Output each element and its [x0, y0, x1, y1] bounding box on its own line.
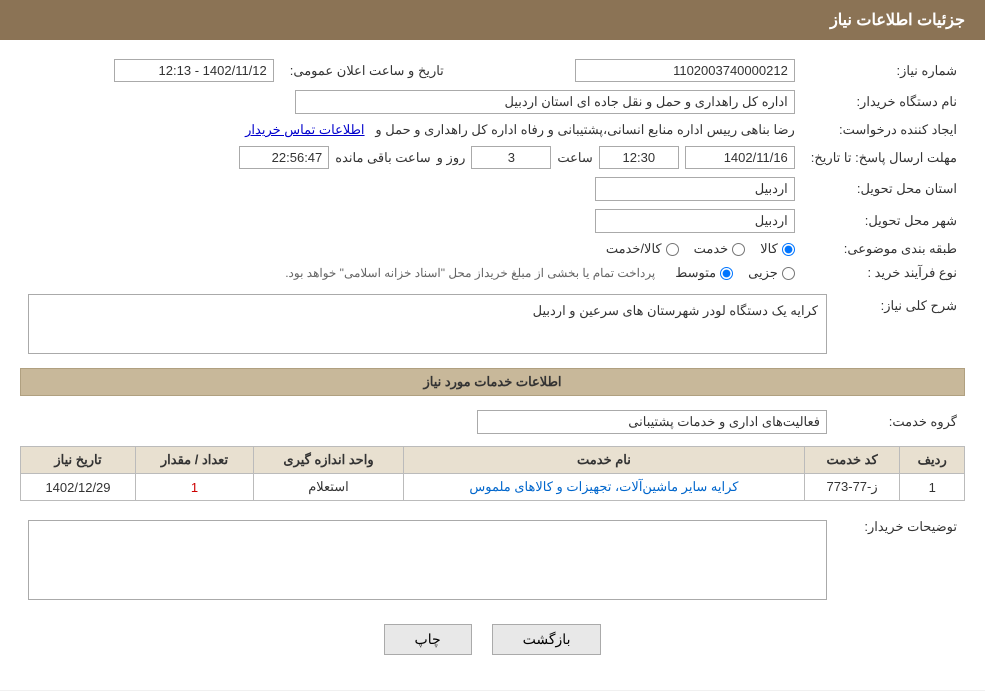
need-number-box: 1102003740000212: [575, 59, 795, 82]
deadline-remaining-label: ساعت باقی مانده: [335, 150, 430, 166]
buyer-org-box: اداره کل راهداری و حمل و نقل جاده ای است…: [295, 90, 795, 114]
purchase-note: پرداخت تمام یا بخشی از مبلغ خریداز محل "…: [285, 266, 655, 280]
col-unit: واحد اندازه گیری: [253, 447, 403, 474]
category-options: کالا خدمت کالا/خدمت: [20, 237, 803, 261]
service-group-label: گروه خدمت:: [835, 406, 965, 438]
creator-label: ایجاد کننده درخواست:: [803, 118, 965, 142]
services-table: ردیف کد خدمت نام خدمت واحد اندازه گیری ت…: [20, 446, 965, 501]
buyer-notes-label: توضیحات خریدار:: [835, 511, 965, 604]
purchase-jozi-radio[interactable]: [782, 267, 795, 280]
cell-name: کرایه سایر ماشین‌آلات، تجهیزات و کالاهای…: [404, 474, 805, 501]
announce-datetime-label: تاریخ و ساعت اعلان عمومی:: [282, 55, 452, 86]
creator-text: رضا بناهی رییس اداره منابع انسانی،پشتیبا…: [375, 122, 794, 137]
info-table: شماره نیاز: 1102003740000212 تاریخ و ساع…: [20, 55, 965, 285]
buyer-notes-box: [28, 520, 827, 600]
city-box: اردبیل: [595, 209, 795, 233]
cell-quantity: 1: [136, 474, 254, 501]
col-date: تاریخ نیاز: [21, 447, 136, 474]
buyer-org-label: نام دستگاه خریدار:: [803, 86, 965, 118]
col-name: نام خدمت: [404, 447, 805, 474]
province-label: استان محل تحویل:: [803, 173, 965, 205]
description-label: شرح کلی نیاز:: [835, 290, 965, 358]
description-box: کرایه یک دستگاه لودر شهرستان های سرعین و…: [28, 294, 827, 354]
description-cell: کرایه یک دستگاه لودر شهرستان های سرعین و…: [20, 290, 835, 358]
city-value: اردبیل: [20, 205, 803, 237]
province-box: اردبیل: [595, 177, 795, 201]
purchase-type-row: جزیی متوسط پرداخت تمام یا بخشی از مبلغ خ…: [20, 261, 803, 285]
deadline-time-label: ساعت: [557, 150, 592, 166]
col-quantity: تعداد / مقدار: [136, 447, 254, 474]
purchase-mota-label: متوسط: [675, 265, 716, 281]
category-kala-khedmat-label: کالا/خدمت: [606, 241, 662, 257]
purchase-jozi-label: جزیی: [748, 265, 778, 281]
deadline-date-box: 1402/11/16: [685, 146, 795, 169]
col-row: ردیف: [900, 447, 965, 474]
category-kala-label: کالا: [760, 241, 778, 257]
announce-datetime-box: 1402/11/12 - 12:13: [114, 59, 274, 82]
deadline-days-box: 3: [471, 146, 551, 169]
deadline-days-label: روز و: [437, 150, 466, 166]
description-table: شرح کلی نیاز: کرایه یک دستگاه لودر شهرست…: [20, 290, 965, 358]
need-number-label: شماره نیاز:: [803, 55, 965, 86]
category-kala-khedmat-radio[interactable]: [666, 243, 679, 256]
deadline-time-box: 12:30: [599, 146, 679, 169]
purchase-mota-radio[interactable]: [720, 267, 733, 280]
buttons-row: بازگشت چاپ: [20, 624, 965, 655]
creator-link[interactable]: اطلاعات تماس خریدار: [245, 122, 364, 137]
city-label: شهر محل تحویل:: [803, 205, 965, 237]
cell-code: ز-77-773: [804, 474, 900, 501]
province-value: اردبیل: [20, 173, 803, 205]
table-row: 1 ز-77-773 کرایه سایر ماشین‌آلات، تجهیزا…: [21, 474, 965, 501]
category-khedmat-option[interactable]: خدمت: [694, 241, 746, 257]
services-section-title: اطلاعات خدمات مورد نیاز: [20, 368, 965, 396]
service-group-value: فعالیت‌های اداری و خدمات پشتیبانی: [20, 406, 835, 438]
deadline-remaining-box: 22:56:47: [239, 146, 329, 169]
buyer-notes-table: توضیحات خریدار:: [20, 511, 965, 604]
back-button[interactable]: بازگشت: [492, 624, 602, 655]
page-header: جزئیات اطلاعات نیاز: [0, 0, 985, 40]
category-kala-radio[interactable]: [782, 243, 795, 256]
purchase-jozi-option[interactable]: جزیی: [748, 265, 795, 281]
need-number-value: 1102003740000212: [452, 55, 803, 86]
category-kala-khedmat-option[interactable]: کالا/خدمت: [606, 241, 679, 257]
deadline-label: مهلت ارسال پاسخ: تا تاریخ:: [803, 142, 965, 173]
buyer-notes-cell: [20, 511, 835, 604]
page-wrapper: جزئیات اطلاعات نیاز شماره نیاز: 11020037…: [0, 0, 985, 690]
main-content: شماره نیاز: 1102003740000212 تاریخ و ساع…: [0, 40, 985, 670]
cell-date: 1402/12/29: [21, 474, 136, 501]
announce-datetime-value: 1402/11/12 - 12:13: [20, 55, 282, 86]
cell-unit: استعلام: [253, 474, 403, 501]
category-label: طبقه بندی موضوعی:: [803, 237, 965, 261]
category-kala-option[interactable]: کالا: [760, 241, 795, 257]
purchase-mota-option[interactable]: متوسط: [675, 265, 733, 281]
description-value: کرایه یک دستگاه لودر شهرستان های سرعین و…: [533, 303, 818, 318]
cell-row: 1: [900, 474, 965, 501]
purchase-type-label: نوع فرآیند خرید :: [803, 261, 965, 285]
print-button[interactable]: چاپ: [384, 624, 472, 655]
buyer-org-value: اداره کل راهداری و حمل و نقل جاده ای است…: [20, 86, 803, 118]
service-group-box: فعالیت‌های اداری و خدمات پشتیبانی: [477, 410, 827, 434]
deadline-row: 22:56:47 ساعت باقی مانده روز و 3 ساعت 12…: [20, 142, 803, 173]
creator-value: رضا بناهی رییس اداره منابع انسانی،پشتیبا…: [20, 118, 803, 142]
category-khedmat-radio[interactable]: [732, 243, 745, 256]
service-group-table: گروه خدمت: فعالیت‌های اداری و خدمات پشتی…: [20, 406, 965, 438]
page-title: جزئیات اطلاعات نیاز: [830, 12, 965, 29]
col-code: کد خدمت: [804, 447, 900, 474]
category-khedmat-label: خدمت: [694, 241, 729, 257]
